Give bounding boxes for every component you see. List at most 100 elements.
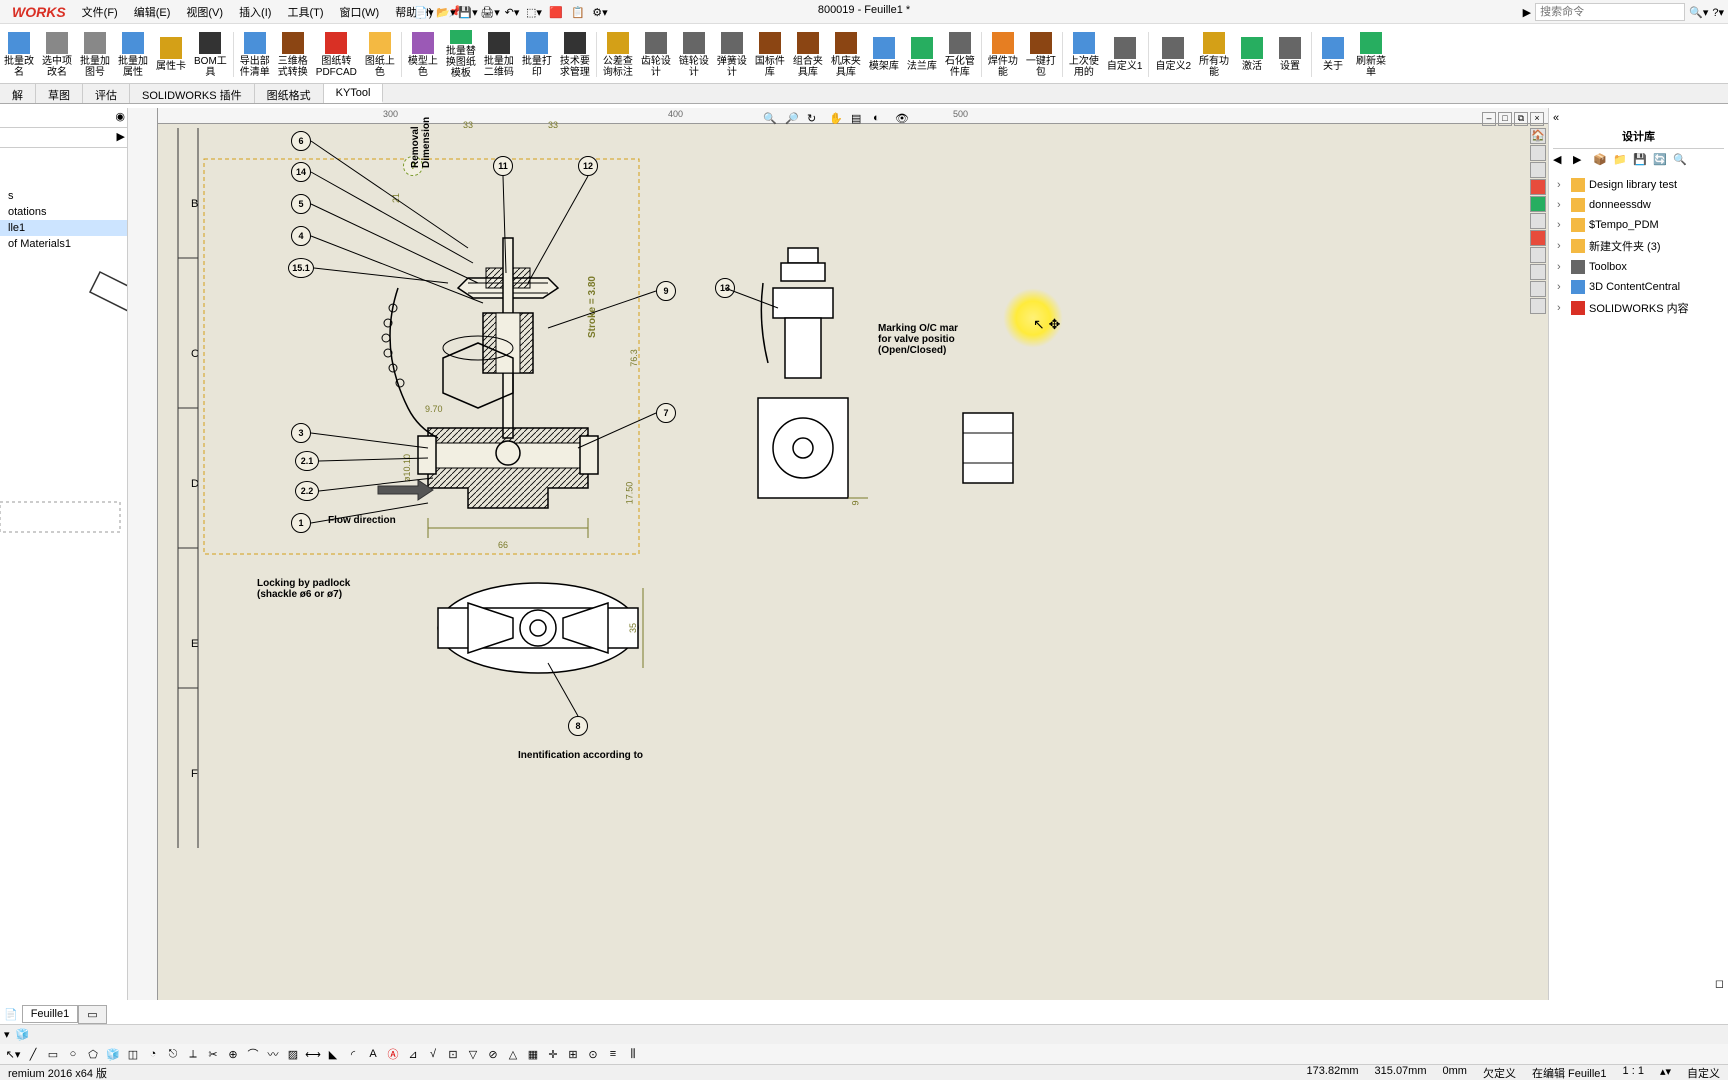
lib-item-1[interactable]: ›donneessdw [1553,195,1724,215]
lib-back-icon[interactable]: ◀ [1553,153,1571,171]
ribbon-btn-17[interactable]: 链轮设 计 [675,28,713,81]
config-dropdown-icon[interactable]: ▾ [4,1028,10,1041]
ribbon-btn-8[interactable]: 图纸转 PDFCAD [312,28,361,81]
rotate-icon[interactable]: ↻ [807,112,825,130]
ribbon-btn-18[interactable]: 弹簧设 计 [713,28,751,81]
sk-arc-icon[interactable]: ⌒ [244,1045,262,1063]
tree-item-s[interactable]: s [0,188,127,204]
balloon-3[interactable]: 3 [291,423,311,443]
sk-align-icon[interactable]: ⫼ [624,1045,642,1063]
lib-search-icon[interactable]: 🔍 [1673,153,1691,171]
sk-line-icon[interactable]: ╱ [24,1045,42,1063]
panel-expand-icon[interactable]: ▶ [117,130,125,145]
lib-item-3[interactable]: ›新建文件夹 (3) [1553,235,1724,257]
undo-icon[interactable]: ↶▾ [502,2,522,22]
sk-balloon-icon[interactable]: Ⓐ [384,1045,402,1063]
float-8-icon[interactable] [1530,264,1546,280]
zoom-fit-icon[interactable]: 🔍 [763,112,781,130]
ribbon-btn-19[interactable]: 国标件 库 [751,28,789,81]
balloon-4[interactable]: 4 [291,226,311,246]
ribbon-btn-7[interactable]: 三维格 式转换 [274,28,312,81]
float-1-icon[interactable] [1530,145,1546,161]
ribbon-btn-13[interactable]: 批量打 印 [518,28,556,81]
window-max-icon[interactable]: □ [1498,112,1512,126]
sk-chamfer-icon[interactable]: ◣ [324,1045,342,1063]
rebuild-icon[interactable]: 🟥 [546,2,566,22]
menu-tools[interactable]: 工具(T) [279,4,331,20]
balloon-2-1[interactable]: 2.1 [295,451,319,471]
help-icon[interactable]: ?▾ [1712,6,1724,19]
display-icon[interactable]: ◐ [873,112,891,130]
ribbon-btn-29[interactable]: 自定义2 [1151,28,1195,81]
sheet-add-tab[interactable]: ▭ [78,1005,106,1024]
sk-box-icon[interactable]: 🧊 [104,1045,122,1063]
window-restore-icon[interactable]: ⧉ [1514,112,1528,126]
ribbon-btn-27[interactable]: 上次使 用的 [1065,28,1103,81]
ribbon-btn-11[interactable]: 批量替 换图纸 模板 [442,28,480,81]
sk-crop-icon[interactable]: ⟂ [184,1045,202,1063]
ribbon-btn-5[interactable]: BOM工 具 [190,28,231,81]
float-9-icon[interactable] [1530,281,1546,297]
sk-trim-icon[interactable]: ✂ [204,1045,222,1063]
sk-break-icon[interactable]: ⎋ [164,1045,182,1063]
status-arrows-icon[interactable]: ▴▾ [1660,1065,1671,1081]
lib-refresh-icon[interactable]: 🔄 [1653,153,1671,171]
hide-icon[interactable]: 👁 [895,112,913,130]
ribbon-btn-28[interactable]: 自定义1 [1103,28,1147,81]
tab-2[interactable]: 评估 [83,84,130,103]
search-go-icon[interactable]: 🔍▾ [1689,6,1708,19]
ribbon-btn-26[interactable]: 一键打 包 [1022,28,1060,81]
ribbon-btn-3[interactable]: 批量加 属性 [114,28,152,81]
lib-item-2[interactable]: ›$Tempo_PDM [1553,215,1724,235]
ribbon-btn-15[interactable]: 公差查 询标注 [599,28,637,81]
section-icon[interactable]: ▤ [851,112,869,130]
model-icon[interactable]: 🧊 [16,1028,30,1041]
panel-collapse-icon[interactable]: ◉ [115,110,125,125]
balloon-6[interactable]: 6 [291,131,311,151]
balloon-7[interactable]: 7 [656,403,676,423]
lib-save-icon[interactable]: 💾 [1633,153,1651,171]
float-5-icon[interactable] [1530,213,1546,229]
panel-back-icon[interactable]: « [1553,112,1559,124]
ribbon-btn-10[interactable]: 模型上 色 [404,28,442,81]
save-icon[interactable]: 💾▾ [458,2,478,22]
sk-table-icon[interactable]: ⊞ [564,1045,582,1063]
menu-view[interactable]: 视图(V) [178,4,231,20]
window-close-icon[interactable]: × [1530,112,1544,126]
sk-rev-icon[interactable]: △ [504,1045,522,1063]
sk-block-icon[interactable]: ▦ [524,1045,542,1063]
ribbon-btn-34[interactable]: 刷新菜 单 [1352,28,1390,81]
sk-circle-icon[interactable]: ○ [64,1045,82,1063]
sk-gtol-icon[interactable]: ⊡ [444,1045,462,1063]
float-10-icon[interactable] [1530,298,1546,314]
ribbon-btn-2[interactable]: 批量加 图号 [76,28,114,81]
ribbon-btn-24[interactable]: 石化管 件库 [941,28,979,81]
open-icon[interactable]: 📂▾ [436,2,456,22]
sk-rect-icon[interactable]: ▭ [44,1045,62,1063]
menu-insert[interactable]: 插入(I) [231,4,279,20]
balloon-14[interactable]: 14 [291,162,311,182]
sk-weld-icon[interactable]: ⊿ [404,1045,422,1063]
ribbon-btn-25[interactable]: 焊件功 能 [984,28,1022,81]
sk-surf-icon[interactable]: √ [424,1045,442,1063]
ribbon-btn-31[interactable]: 激活 [1233,28,1271,81]
tree-item-sheet[interactable]: lle1 [0,220,127,236]
ribbon-btn-20[interactable]: 组合夹 具库 [789,28,827,81]
lib-item-0[interactable]: ›Design library test [1553,175,1724,195]
ribbon-btn-14[interactable]: 技术要 求管理 [556,28,594,81]
home-icon[interactable]: 🏠 [1530,128,1546,144]
tab-3[interactable]: SOLIDWORKS 插件 [130,84,255,103]
ribbon-btn-32[interactable]: 设置 [1271,28,1309,81]
ribbon-btn-9[interactable]: 图纸上 色 [361,28,399,81]
float-7-icon[interactable] [1530,247,1546,263]
balloon-11[interactable]: 11 [493,156,513,176]
balloon-12[interactable]: 12 [578,156,598,176]
float-3-icon[interactable] [1530,179,1546,195]
balloon-1[interactable]: 1 [291,513,311,533]
balloon-13[interactable]: 13 [715,278,735,298]
balloon-15-1[interactable]: 15.1 [288,258,314,278]
search-input[interactable] [1535,3,1685,21]
ribbon-btn-21[interactable]: 机床夹 具库 [827,28,865,81]
select-icon[interactable]: ⬚▾ [524,2,544,22]
sk-spline-icon[interactable]: 〰 [264,1045,282,1063]
